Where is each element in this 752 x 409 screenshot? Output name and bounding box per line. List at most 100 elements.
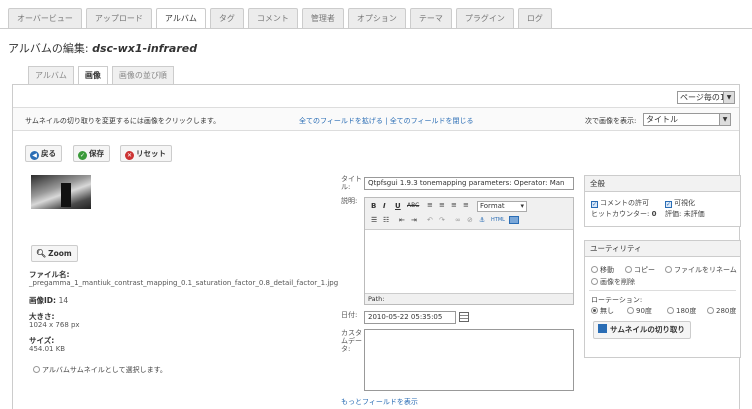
search-icon: 🔍︎ [36, 249, 47, 258]
underline-icon[interactable]: U [395, 202, 401, 210]
sort-select[interactable]: タイトル ▼ [643, 113, 731, 126]
field-toggle-links: 全てのフィールドを拡げる | 全てのフィールドを閉じる [299, 116, 474, 126]
allow-comments-checkbox[interactable]: ✓ [591, 201, 598, 208]
tab-comments[interactable]: コメント [247, 8, 298, 28]
subtab-image-order[interactable]: 画像の並び順 [111, 66, 174, 84]
italic-icon[interactable]: I [383, 202, 386, 210]
rotate-270-option[interactable]: 280度 [707, 306, 736, 316]
info-bar: サムネイルの切り取りを変更するには画像をクリックします。 全てのフィールドを拡げ… [13, 107, 739, 131]
rename-option[interactable]: ファイルをリネーム [665, 265, 737, 275]
align-right-icon[interactable]: ≡ [451, 201, 457, 209]
reset-button[interactable]: ✕ リセット [120, 145, 172, 162]
undo-icon[interactable]: ↶ [427, 216, 433, 224]
album-thumb-label: アルバムサムネイルとして選択します。 [42, 366, 167, 374]
editor-toolbar: B I U ABC ≡ ≡ ≡ ≡ Format ▾ ☰ ☷ ⇤ ⇥ ↶ ↷ ∞ … [365, 198, 573, 230]
back-arrow-icon: ◀ [30, 151, 39, 160]
rotate-180-label: 180度 [676, 307, 697, 315]
tab-divider [0, 28, 752, 29]
numbered-list-icon[interactable]: ☷ [383, 216, 389, 224]
tab-overview[interactable]: オーバービュー [8, 8, 82, 28]
calendar-icon[interactable] [459, 312, 469, 322]
album-thumb-option[interactable]: アルバムサムネイルとして選択します。 [33, 365, 167, 375]
custom-data-textarea[interactable] [364, 329, 574, 391]
title-input[interactable]: Qtpfsgui 1.9.3 tonemapping parameters: O… [364, 177, 574, 190]
rotate-90-radio[interactable] [627, 307, 634, 314]
allow-comments-option[interactable]: ✓ コメントの許可 [591, 198, 649, 208]
indent-icon[interactable]: ⇥ [411, 216, 417, 224]
image-thumbnail[interactable] [31, 175, 91, 209]
visible-checkbox[interactable]: ✓ [665, 201, 672, 208]
align-left-icon[interactable]: ≡ [427, 201, 433, 209]
crop-icon [598, 324, 607, 333]
back-button[interactable]: ◀ 戻る [25, 145, 62, 162]
image-icon[interactable] [509, 216, 519, 224]
description-editor[interactable]: B I U ABC ≡ ≡ ≡ ≡ Format ▾ ☰ ☷ ⇤ ⇥ ↶ ↷ ∞ … [364, 197, 574, 305]
title-label: タイトル: [341, 175, 362, 191]
rotate-180-option[interactable]: 180度 [667, 306, 696, 316]
tab-options[interactable]: オプション [347, 8, 406, 28]
tab-upload[interactable]: アップロード [85, 8, 152, 28]
zoom-button[interactable]: 🔍︎ Zoom [31, 245, 78, 262]
tab-admin[interactable]: 管理者 [301, 8, 344, 28]
per-page-select[interactable]: ページ毎の10 ▼ [677, 91, 735, 104]
visible-option[interactable]: ✓ 可視化 [665, 198, 695, 208]
align-justify-icon[interactable]: ≡ [463, 201, 469, 209]
link-separator: | [382, 117, 390, 125]
image-id-value: 14 [58, 296, 69, 305]
crop-thumbnail-button[interactable]: サムネイルの切り取り [593, 321, 691, 339]
tab-tags[interactable]: タグ [209, 8, 244, 28]
action-row: ◀ 戻る ✓ 保存 ✕ リセット [13, 131, 739, 171]
delete-option[interactable]: 画像を削除 [591, 277, 635, 287]
collapse-all-link[interactable]: 全てのフィールドを閉じる [390, 117, 474, 125]
bullet-list-icon[interactable]: ☰ [371, 216, 377, 224]
page-title-prefix: アルバムの編集: [8, 42, 93, 55]
strikethrough-icon[interactable]: ABC [407, 202, 419, 209]
rotate-none-radio[interactable] [591, 307, 598, 314]
rotate-90-option[interactable]: 90度 [627, 306, 652, 316]
album-thumb-radio[interactable] [33, 366, 40, 373]
rotate-180-radio[interactable] [667, 307, 674, 314]
delete-radio[interactable] [591, 278, 598, 285]
rename-radio[interactable] [665, 266, 672, 273]
bold-icon[interactable]: B [371, 202, 376, 210]
copy-radio[interactable] [625, 266, 632, 273]
rotate-270-label: 280度 [716, 307, 737, 315]
expand-all-link[interactable]: 全てのフィールドを拡げる [299, 117, 383, 125]
format-value: Format [480, 202, 505, 210]
hit-counter: ヒットカウンター: 0 [591, 209, 656, 219]
back-label: 戻る [41, 149, 56, 158]
date-input[interactable]: 2010-05-22 05:35:05 [364, 311, 456, 324]
subtab-images[interactable]: 画像 [77, 66, 108, 84]
sort-value: タイトル [646, 115, 678, 124]
html-icon[interactable]: HTML [491, 217, 505, 223]
reset-label: リセット [136, 149, 166, 158]
hit-counter-value: 0 [651, 210, 657, 218]
unlink-icon[interactable]: ⊘ [467, 216, 473, 224]
tab-albums[interactable]: アルバム [155, 8, 206, 29]
move-radio[interactable] [591, 266, 598, 273]
rename-label: ファイルをリネーム [674, 266, 737, 274]
rotate-none-label: 無し [600, 307, 614, 315]
subtab-album[interactable]: アルバム [28, 66, 74, 84]
move-option[interactable]: 移動 [591, 265, 614, 275]
align-center-icon[interactable]: ≡ [439, 201, 445, 209]
tab-plugins[interactable]: プラグイン [455, 8, 514, 28]
copy-option[interactable]: コピー [625, 265, 655, 275]
editor-path: Path: [365, 293, 573, 304]
tab-logs[interactable]: ログ [517, 8, 552, 28]
save-button[interactable]: ✓ 保存 [73, 145, 110, 162]
format-select[interactable]: Format ▾ [477, 201, 527, 212]
pager-row: ページ毎の10 ▼ [13, 85, 739, 107]
chevron-down-icon: ▾ [520, 202, 524, 210]
close-icon: ✕ [125, 151, 134, 160]
more-fields-link[interactable]: もっとフィールドを表示 [341, 397, 418, 407]
rotate-270-radio[interactable] [707, 307, 714, 314]
tab-themes[interactable]: テーマ [409, 8, 452, 28]
link-icon[interactable]: ∞ [455, 216, 461, 224]
sort-label: 次で画像を表示: [585, 117, 637, 125]
anchor-icon[interactable]: ⚓ [479, 216, 485, 224]
outdent-icon[interactable]: ⇤ [399, 216, 405, 224]
redo-icon[interactable]: ↷ [439, 216, 445, 224]
rating: 評価: 未評価 [665, 209, 705, 219]
rotate-none-option[interactable]: 無し [591, 306, 614, 316]
